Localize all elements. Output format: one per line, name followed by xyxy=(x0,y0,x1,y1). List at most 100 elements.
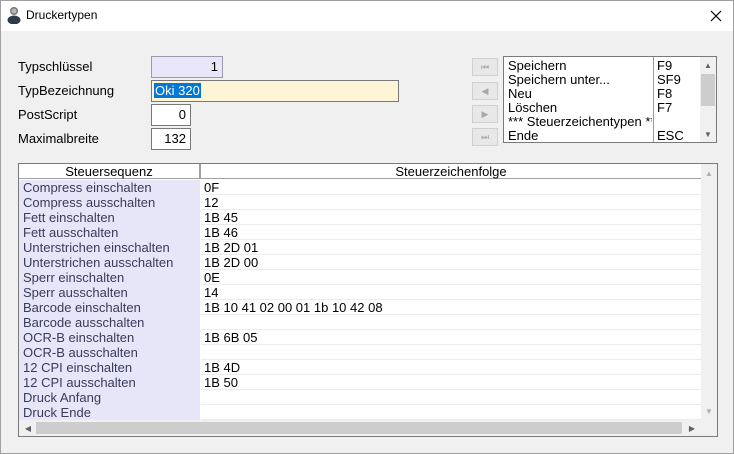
window-title: Druckertypen xyxy=(26,8,98,22)
title-bar: Druckertypen xyxy=(1,1,733,31)
column-header-steuersequenz[interactable]: Steuersequenz xyxy=(19,164,199,179)
code-cell[interactable]: 1B 50 xyxy=(201,375,701,390)
menu-vertical-scrollbar[interactable]: ▲ ▼ xyxy=(700,57,716,142)
code-cell[interactable]: 1B 45 xyxy=(201,210,701,225)
chevron-down-icon[interactable]: ▼ xyxy=(701,404,717,418)
code-cell[interactable]: 0F xyxy=(201,180,701,195)
menu-item-label: Speichern unter... xyxy=(508,73,610,87)
menu-item-steuerzeichentypen[interactable]: *** Steuerzeichentypen *** xyxy=(504,115,701,129)
scrollbar-corner xyxy=(701,420,717,436)
grid-scroll-thumb[interactable] xyxy=(36,422,682,434)
table-row[interactable]: Fett ausschalten 1B 46 xyxy=(19,225,701,240)
function-menu-list[interactable]: Speichern F9 Speichern unter... SF9 Neu … xyxy=(503,56,717,143)
sequence-cell: OCR-B ausschalten xyxy=(19,345,200,360)
code-cell[interactable]: 12 xyxy=(201,195,701,210)
table-row[interactable]: OCR-B ausschalten xyxy=(19,345,701,360)
typbezeichnung-selected-text: Oki 320 xyxy=(154,83,201,98)
menu-item-label: Ende xyxy=(508,129,539,143)
typbezeichnung-field[interactable]: Oki 320 xyxy=(151,80,399,102)
prev-record-button[interactable]: ◀ xyxy=(472,82,498,100)
last-record-button[interactable]: ⏭ xyxy=(472,128,498,146)
code-cell[interactable] xyxy=(201,315,701,330)
code-cell[interactable]: 0E xyxy=(201,270,701,285)
sequence-cell: Barcode ausschalten xyxy=(19,315,200,330)
code-cell[interactable] xyxy=(201,345,701,360)
sequence-cell: OCR-B einschalten xyxy=(19,330,200,345)
triangle-right-icon: ▶ xyxy=(481,108,489,119)
code-cell[interactable] xyxy=(201,390,701,405)
table-row[interactable]: Barcode ausschalten xyxy=(19,315,701,330)
menu-item-key: F8 xyxy=(657,86,673,101)
menu-item-key: SF9 xyxy=(657,72,681,87)
code-cell[interactable] xyxy=(201,405,701,420)
grid-horizontal-scrollbar[interactable]: ◀ ▶ xyxy=(19,420,701,436)
steuersequenz-grid[interactable]: Steuersequenz Steuerzeichenfolge Compres… xyxy=(18,163,718,437)
table-row[interactable]: Sperr einschalten 0E xyxy=(19,270,701,285)
table-row[interactable]: Unterstrichen ausschalten 1B 2D 00 xyxy=(19,255,701,270)
menu-item-loeschen[interactable]: Löschen F7 xyxy=(504,101,701,115)
table-row[interactable]: Unterstrichen einschalten 1B 2D 01 xyxy=(19,240,701,255)
postscript-field[interactable]: 0 xyxy=(151,104,191,126)
sequence-cell: Fett ausschalten xyxy=(19,225,200,240)
close-button[interactable] xyxy=(699,1,733,30)
druckertypen-window: Druckertypen Typschlüssel 1 TypBezeichnu… xyxy=(0,0,734,454)
sequence-cell: Druck Anfang xyxy=(19,390,200,405)
table-row[interactable]: 12 CPI einschalten 1B 4D xyxy=(19,360,701,375)
sequence-cell: Compress ausschalten xyxy=(19,195,200,210)
triangle-left-icon: ◀ xyxy=(481,85,489,96)
sequence-cell: Sperr einschalten xyxy=(19,270,200,285)
column-header-steuerzeichenfolge[interactable]: Steuerzeichenfolge xyxy=(201,164,701,179)
typschluessel-label: Typschlüssel xyxy=(18,59,93,74)
table-row[interactable]: Sperr ausschalten 14 xyxy=(19,285,701,300)
table-row[interactable]: Barcode einschalten 1B 10 41 02 00 01 1b … xyxy=(19,300,701,315)
menu-scroll-thumb[interactable] xyxy=(701,74,715,106)
code-cell[interactable]: 1B 46 xyxy=(201,225,701,240)
maximalbreite-field[interactable]: 132 xyxy=(151,128,191,150)
chevron-up-icon[interactable]: ▲ xyxy=(700,58,716,72)
skip-last-icon: ⏭ xyxy=(480,131,490,142)
table-row[interactable]: 12 CPI ausschalten 1B 50 xyxy=(19,375,701,390)
grid-vertical-scrollbar[interactable]: ▲ ▼ xyxy=(701,164,717,420)
sequence-cell: Fett einschalten xyxy=(19,210,200,225)
code-cell[interactable]: 1B 2D 00 xyxy=(201,255,701,270)
menu-item-key: F7 xyxy=(657,100,673,115)
next-record-button[interactable]: ▶ xyxy=(472,105,498,123)
menu-item-speichern[interactable]: Speichern F9 xyxy=(504,59,701,73)
code-cell[interactable]: 1B 2D 01 xyxy=(201,240,701,255)
sequence-cell: Unterstrichen ausschalten xyxy=(19,255,200,270)
maximalbreite-label: Maximalbreite xyxy=(18,131,99,146)
code-cell[interactable]: 1B 4D xyxy=(201,360,701,375)
code-cell[interactable]: 1B 10 41 02 00 01 1b 10 42 08 xyxy=(201,300,701,315)
chevron-right-icon[interactable]: ▶ xyxy=(684,421,700,435)
chevron-left-icon[interactable]: ◀ xyxy=(20,421,36,435)
sequence-cell: 12 CPI einschalten xyxy=(19,360,200,375)
menu-item-label: Speichern xyxy=(508,59,567,73)
menu-item-label: *** Steuerzeichentypen *** xyxy=(508,115,652,129)
first-record-button[interactable]: ⏮ xyxy=(472,58,498,76)
postscript-label: PostScript xyxy=(18,107,78,122)
typschluessel-field[interactable]: 1 xyxy=(151,56,223,78)
sequence-cell: 12 CPI ausschalten xyxy=(19,375,200,390)
chevron-up-icon[interactable]: ▲ xyxy=(701,166,717,180)
table-row[interactable]: Compress ausschalten 12 xyxy=(19,195,701,210)
table-row[interactable]: Druck Anfang xyxy=(19,390,701,405)
menu-item-key: F9 xyxy=(657,58,673,73)
code-cell[interactable]: 1B 6B 05 xyxy=(201,330,701,345)
sequence-cell: Sperr ausschalten xyxy=(19,285,200,300)
sequence-cell: Compress einschalten xyxy=(19,180,200,195)
menu-item-label: Löschen xyxy=(508,101,558,115)
table-row[interactable]: OCR-B einschalten 1B 6B 05 xyxy=(19,330,701,345)
sequence-cell: Barcode einschalten xyxy=(19,300,200,315)
typbezeichnung-label: TypBezeichnung xyxy=(18,83,115,98)
chevron-down-icon[interactable]: ▼ xyxy=(700,127,716,141)
menu-item-neu[interactable]: Neu F8 xyxy=(504,87,701,101)
table-row[interactable]: Druck Ende xyxy=(19,405,701,420)
sequence-cell: Unterstrichen einschalten xyxy=(19,240,200,255)
menu-item-ende[interactable]: Ende ESC xyxy=(504,129,701,143)
table-row[interactable]: Compress einschalten 0F xyxy=(19,180,701,195)
code-cell[interactable]: 14 xyxy=(201,285,701,300)
menu-item-speichern-unter[interactable]: Speichern unter... SF9 xyxy=(504,73,701,87)
close-icon xyxy=(710,10,722,21)
menu-item-key: ESC xyxy=(657,128,684,143)
table-row[interactable]: Fett einschalten 1B 45 xyxy=(19,210,701,225)
